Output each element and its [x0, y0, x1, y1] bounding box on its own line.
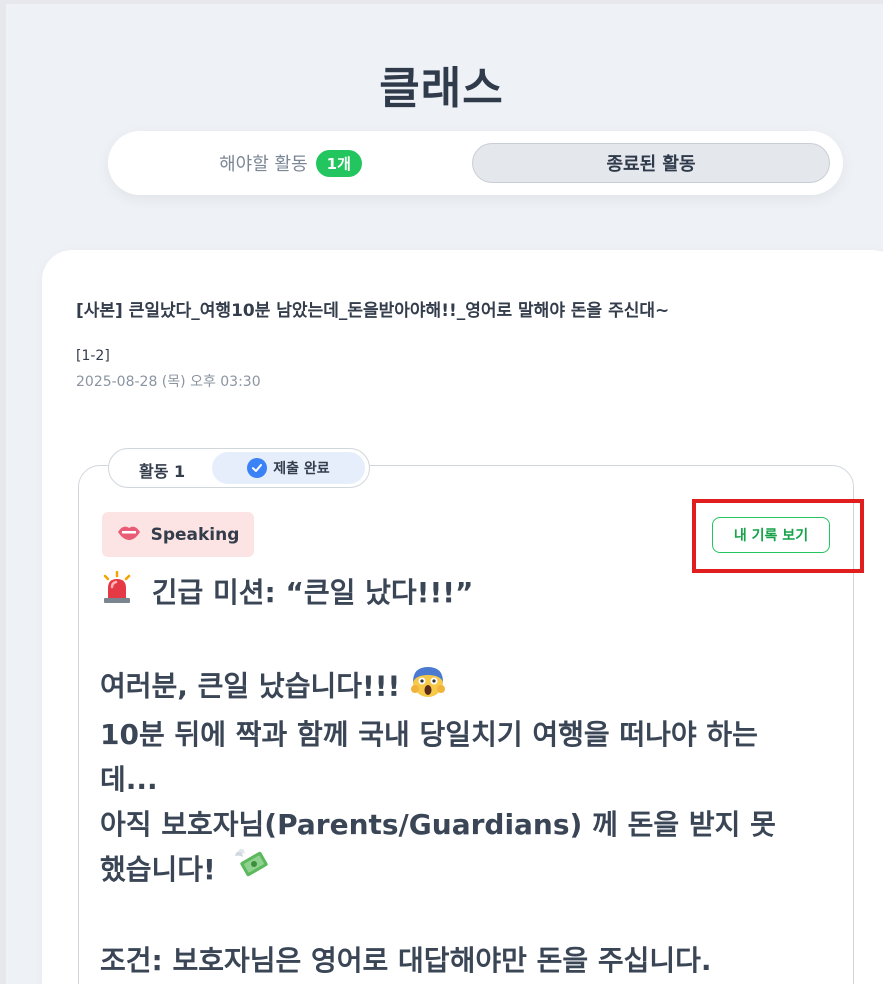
lips-icon — [117, 523, 141, 546]
page-title: 클래스 — [379, 63, 504, 114]
content-line: 아직 보호자님(Parents/Guardians) 께 돈을 받지 못 — [100, 807, 776, 841]
tab-bar: 해야할 활동 1개 종료된 활동 — [108, 131, 843, 195]
money-with-wings-icon — [234, 848, 270, 893]
highlight-annotation — [692, 499, 864, 573]
activity-label: 활동 1 — [139, 462, 186, 481]
content-line: 긴급 미션: “큰일 났다!!!” — [100, 570, 825, 618]
activity-card: [사본] 큰일났다_여행10분 남았는데_돈을받아야해!!_영어로 말해야 돈을… — [42, 250, 883, 984]
screaming-face-icon — [410, 663, 446, 712]
content-line: 조건: 보호자님은 영어로 대답해야만 돈을 주십니다. — [100, 944, 712, 977]
activity-type: Speaking — [150, 524, 240, 545]
card-title: [사본] 큰일났다_여행10분 남았는데_돈을받아야해!!_영어로 말해야 돈을… — [76, 301, 670, 321]
tab-todo-label: 해야할 활동 — [219, 154, 308, 175]
tab-done[interactable]: 종료된 활동 — [472, 143, 830, 183]
card-date: 2025-08-28 (목) 오후 03:30 — [76, 374, 261, 390]
speaking-badge: Speaking — [102, 512, 254, 557]
submission-status: 제출 완료 — [212, 452, 365, 484]
tab-todo[interactable]: 해야할 활동 1개 — [108, 131, 473, 195]
content-line: 여러분, 큰일 났습니다!!! — [100, 663, 825, 712]
check-circle-icon — [247, 458, 268, 478]
class-label: [1-2] — [76, 348, 110, 364]
todo-count-badge: 1개 — [315, 149, 362, 177]
content-line: 10분 뒤에 짝과 함께 국내 당일치기 여행을 떠나야 하는 — [100, 717, 758, 751]
activity-pill: 활동 1 제출 완료 — [108, 448, 370, 488]
activity-content: 긴급 미션: “큰일 났다!!!” 여러분, 큰일 났습니다!!! 10분 뒤에… — [100, 570, 825, 983]
content-line: 데... — [100, 762, 158, 796]
siren-icon — [100, 570, 134, 618]
status-label: 제출 완료 — [273, 461, 330, 477]
content-line: 했습니다! — [100, 847, 825, 894]
